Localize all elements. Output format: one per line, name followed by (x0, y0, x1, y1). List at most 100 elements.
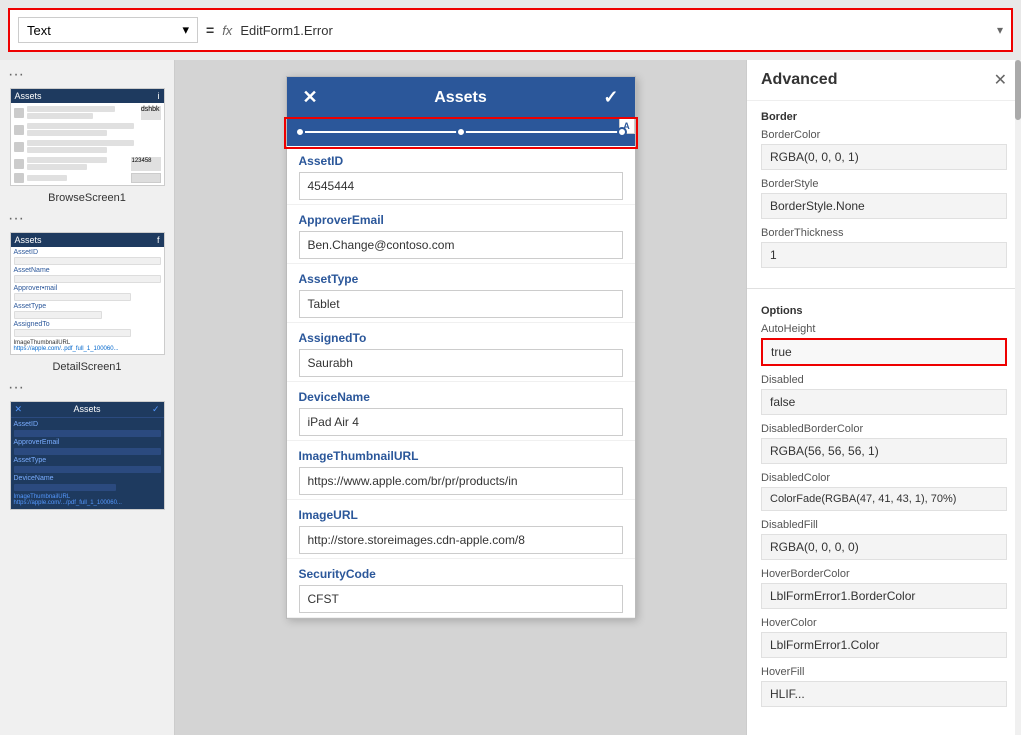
thumb-row (27, 140, 134, 146)
form-widget-header: ✕ Assets ✓ (287, 77, 635, 118)
borderstyle-value[interactable]: BorderStyle.None (761, 193, 1007, 219)
property-borderstyle: BorderStyle BorderStyle.None (761, 178, 1007, 219)
thumb-field-label: Approver•mail (14, 285, 161, 292)
field-value-securitycode[interactable]: CFST (299, 585, 623, 613)
thumb-field (14, 329, 132, 337)
thumb-field (14, 311, 102, 319)
formula-input[interactable] (240, 23, 989, 38)
thumb-field-label: AssignedTo (14, 321, 161, 328)
browse-screen-label: BrowseScreen1 (48, 188, 126, 208)
property-disabledcolor: DisabledColor ColorFade(RGBA(47, 41, 43,… (761, 472, 1007, 511)
field-value-assetid[interactable]: 4545444 (299, 172, 623, 200)
main-area: ··· Assets i dshbk (0, 60, 1021, 735)
thumb-dark-label: AssetID (14, 421, 161, 428)
detail-screen-thumb[interactable]: Assets f AssetID AssetName Approver•mail… (10, 232, 165, 355)
property-bordercolor: BorderColor RGBA(0, 0, 0, 1) (761, 129, 1007, 170)
edit-screen-check-icon: ✓ (152, 404, 160, 415)
border-section-title: Border (761, 111, 1007, 123)
panel-section-options: Options AutoHeight true Disabled false D… (747, 295, 1021, 721)
form-title: Assets (434, 89, 486, 107)
form-widget: ✕ Assets ✓ A AssetID 4545444 (286, 76, 636, 619)
selection-line-right (461, 131, 627, 133)
borderthickness-value[interactable]: 1 (761, 242, 1007, 268)
name-box-dropdown-icon[interactable]: ▾ (182, 22, 189, 38)
thumb-field-label: AssetID (14, 249, 161, 256)
selection-handle-left (295, 127, 305, 137)
equals-sign: = (206, 22, 214, 38)
field-value-assignedto[interactable]: Saurabh (299, 349, 623, 377)
browse-screen-thumb-icon: i (158, 91, 160, 101)
form-selected-bar[interactable]: A (287, 118, 635, 146)
thumb-row (27, 113, 94, 119)
field-securitycode: SecurityCode CFST (287, 559, 635, 618)
field-imageurl: ImageURL http://store.storeimages.cdn-ap… (287, 500, 635, 559)
detail-screen-thumb-content: AssetID AssetName Approver•mail AssetTyp… (11, 247, 164, 354)
property-disabled: Disabled false (761, 374, 1007, 415)
right-panel-close-button[interactable]: ✕ (994, 70, 1007, 90)
edit-screen-thumb[interactable]: ✕ Assets ✓ AssetID ApproverEmail AssetTy… (10, 401, 165, 510)
form-close-button[interactable]: ✕ (303, 87, 318, 108)
thumb-dark-label: ApproverEmail (14, 439, 161, 446)
edit-screen-thumb-title: Assets (73, 404, 100, 415)
field-value-devicename[interactable]: iPad Air 4 (299, 408, 623, 436)
thumb-dark-url-value: https://apple.com/.../pdf_full_1_100060.… (14, 500, 161, 506)
sidebar-ellipsis-3[interactable]: ··· (0, 377, 24, 399)
hoverbordercolor-value[interactable]: LblFormError1.BorderColor (761, 583, 1007, 609)
field-assetid: AssetID 4545444 (287, 146, 635, 205)
field-value-imagethumbnailurl[interactable]: https://www.apple.com/br/pr/products/in (299, 467, 623, 495)
bordercolor-label: BorderColor (761, 129, 1007, 141)
thumb-detail: dshbk (141, 106, 161, 120)
field-label-devicename: DeviceName (299, 390, 623, 404)
thumb-dark-field (14, 466, 161, 473)
left-sidebar: ··· Assets i dshbk (0, 60, 175, 735)
name-box[interactable]: Text ▾ (18, 17, 198, 43)
edit-screen-thumb-content: AssetID ApproverEmail AssetType DeviceNa… (11, 418, 164, 509)
property-borderthickness: BorderThickness 1 (761, 227, 1007, 268)
right-panel: Advanced ✕ Border BorderColor RGBA(0, 0,… (746, 60, 1021, 735)
form-check-button[interactable]: ✓ (603, 87, 618, 108)
disabled-value[interactable]: false (761, 389, 1007, 415)
disabledcolor-value[interactable]: ColorFade(RGBA(47, 41, 43, 1), 70%) (761, 487, 1007, 511)
browse-screen-thumb[interactable]: Assets i dshbk (10, 88, 165, 186)
property-disabledfill: DisabledFill RGBA(0, 0, 0, 0) (761, 519, 1007, 560)
disabledfill-label: DisabledFill (761, 519, 1007, 531)
edit-screen-thumb-header: ✕ Assets ✓ (11, 402, 164, 418)
detail-screen-label: DetailScreen1 (52, 357, 121, 377)
thumb-row (27, 157, 108, 163)
panel-divider-1 (747, 288, 1021, 289)
hoverfill-value[interactable]: HLIF... (761, 681, 1007, 707)
disabledcolor-label: DisabledColor (761, 472, 1007, 484)
detail-screen-thumb-header: Assets f (11, 233, 164, 247)
right-panel-scroll-thumb[interactable] (1015, 60, 1021, 120)
bordercolor-value[interactable]: RGBA(0, 0, 0, 1) (761, 144, 1007, 170)
field-label-assettype: AssetType (299, 272, 623, 286)
thumb-dark-field (14, 484, 117, 491)
formula-bar: Text ▾ = fx ▾ (8, 8, 1013, 52)
detail-screen-thumb-title: Assets (15, 235, 42, 245)
field-imagethumbnailurl: ImageThumbnailURL https://www.apple.com/… (287, 441, 635, 500)
disabledbordercolor-value[interactable]: RGBA(56, 56, 56, 1) (761, 438, 1007, 464)
field-assignedto: AssignedTo Saurabh (287, 323, 635, 382)
sidebar-ellipsis-1[interactable]: ··· (0, 64, 24, 86)
field-value-imageurl[interactable]: http://store.storeimages.cdn-apple.com/8 (299, 526, 623, 554)
thumb-row (27, 130, 107, 136)
hovercolor-label: HoverColor (761, 617, 1007, 629)
property-hoverbordercolor: HoverBorderColor LblFormError1.BorderCol… (761, 568, 1007, 609)
field-value-approveremail[interactable]: Ben.Change@contoso.com (299, 231, 623, 259)
formula-bar-dropdown-icon[interactable]: ▾ (997, 23, 1003, 37)
sidebar-ellipsis-2[interactable]: ··· (0, 208, 24, 230)
hovercolor-value[interactable]: LblFormError1.Color (761, 632, 1007, 658)
thumb-field-label: AssetType (14, 303, 161, 310)
field-label-assignedto: AssignedTo (299, 331, 623, 345)
right-panel-scrollbar[interactable] (1015, 60, 1021, 735)
field-value-assettype[interactable]: Tablet (299, 290, 623, 318)
canvas-area: ✕ Assets ✓ A AssetID 4545444 (175, 60, 746, 735)
disabledfill-value[interactable]: RGBA(0, 0, 0, 0) (761, 534, 1007, 560)
thumb-dark-label: DeviceName (14, 475, 161, 482)
field-devicename: DeviceName iPad Air 4 (287, 382, 635, 441)
thumb-dropdown (131, 173, 161, 183)
thumb-row (27, 106, 116, 112)
browse-screen-thumb-header: Assets i (11, 89, 164, 103)
right-panel-header: Advanced ✕ (747, 60, 1021, 101)
autoheight-value[interactable]: true (761, 338, 1007, 366)
